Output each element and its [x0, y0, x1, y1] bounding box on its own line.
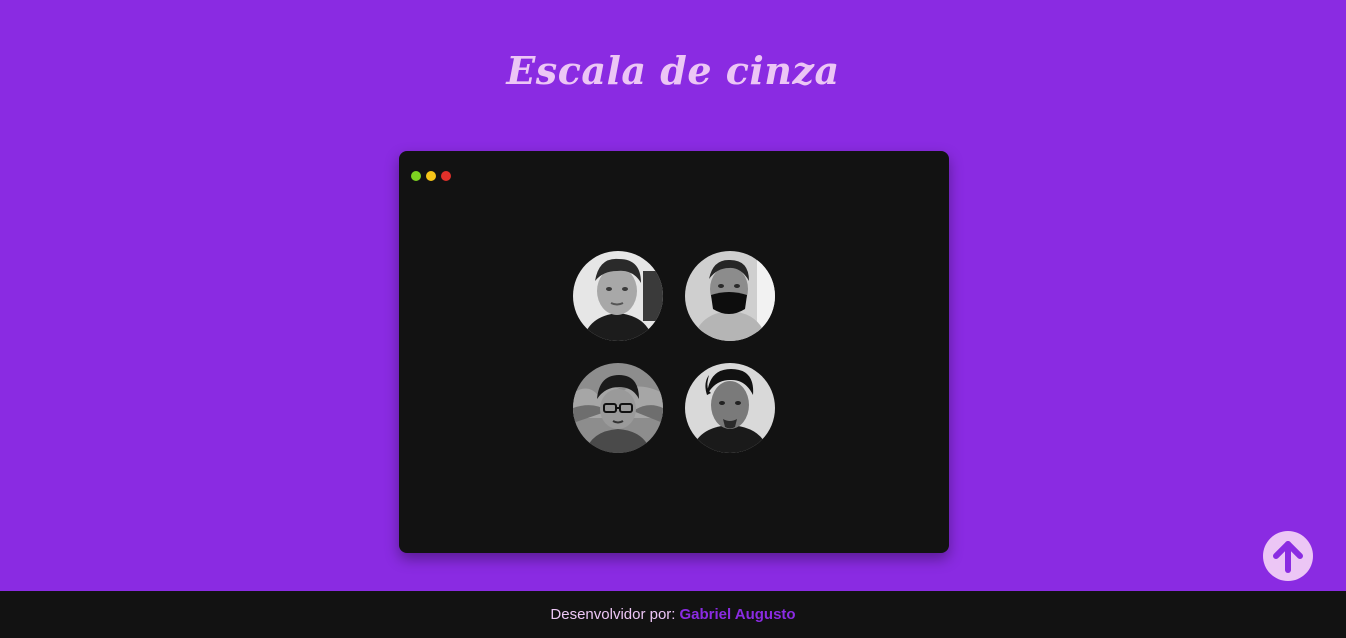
photo-man-mask — [685, 251, 775, 341]
arrow-up-icon — [1273, 541, 1303, 573]
window-dot-green — [411, 171, 421, 181]
image-window — [399, 151, 949, 553]
photo-man-hair — [573, 251, 663, 341]
author-link[interactable]: Gabriel Augusto — [679, 606, 795, 623]
portrait-icon — [685, 251, 775, 341]
window-dot-yellow — [426, 171, 436, 181]
footer: Desenvolvidor por: Gabriel Augusto — [0, 591, 1346, 638]
window-dot-red — [441, 171, 451, 181]
page: Escala de cinza Desenvolvidor por: Gabri… — [0, 0, 1346, 638]
scroll-to-top-button[interactable] — [1263, 531, 1313, 581]
photo-grid — [573, 251, 775, 453]
window-controls — [411, 171, 451, 181]
portrait-icon — [685, 363, 775, 453]
photo-cartoon-avatar — [573, 363, 663, 453]
photo-man-dark-hair — [685, 363, 775, 453]
footer-prefix: Desenvolvidor por: — [550, 606, 676, 623]
page-title: Escala de cinza — [506, 48, 840, 93]
portrait-icon — [573, 251, 663, 341]
portrait-icon — [573, 363, 663, 453]
